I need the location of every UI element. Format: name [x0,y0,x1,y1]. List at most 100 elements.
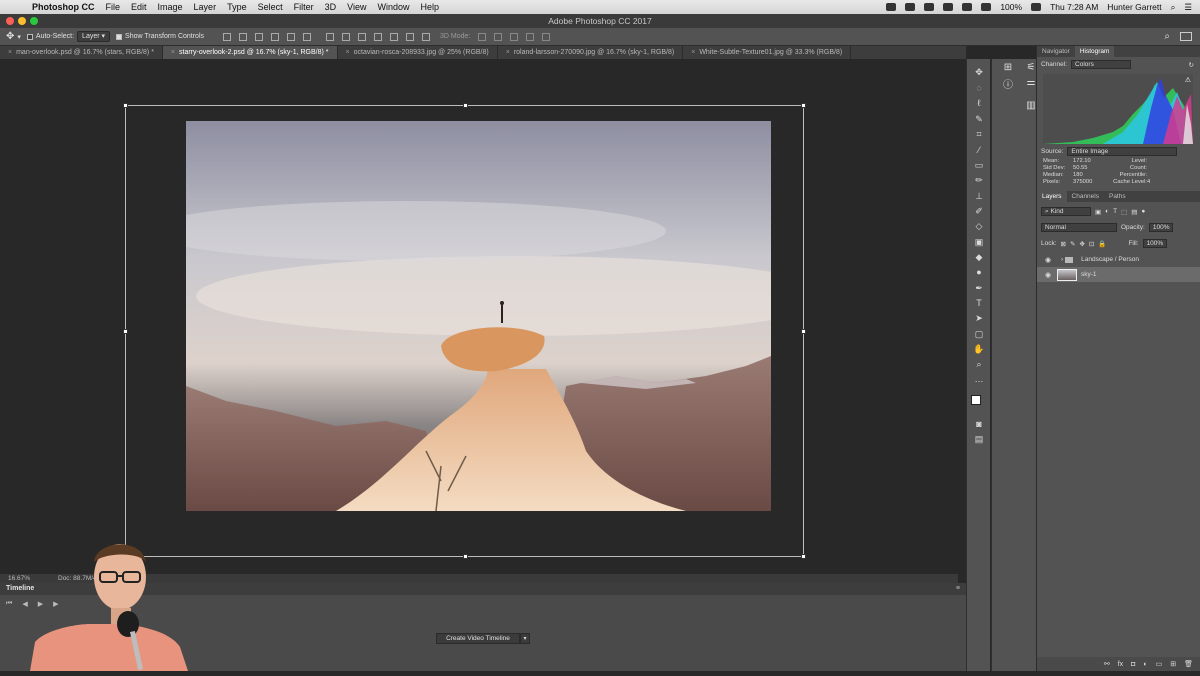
crop-tool-icon[interactable]: ⌗ [973,129,985,139]
menu-type[interactable]: Type [227,2,247,12]
align-top-icon[interactable] [223,32,232,41]
opacity-field[interactable]: 100% [1148,223,1174,232]
doc-tab-4[interactable]: × roland-larsson-270090.jpg @ 16.7% (sky-… [498,46,684,59]
eyedropper-tool-icon[interactable]: ⁄ [973,145,985,155]
auto-select-dropdown[interactable]: Layer ▾ [77,31,111,42]
dropbox-icon[interactable] [886,3,897,11]
close-tab-icon[interactable]: × [691,49,695,56]
auto-align-icon[interactable] [422,32,431,41]
transform-handle-bottom-right[interactable] [801,554,806,559]
transform-controls-checkbox[interactable] [116,33,123,40]
layer-style-icon[interactable]: fx [1118,661,1123,668]
lock-transparent-icon[interactable]: ⊠ [1061,240,1066,248]
battery-percent[interactable]: 100% [1000,2,1022,12]
info-panel-icon[interactable]: ⓘ [999,76,1017,91]
doc-tab-2[interactable]: × starry-overlook-2.psd @ 16.7% (sky-1, R… [162,46,338,59]
close-tab-icon[interactable]: × [171,49,175,56]
tab-navigator[interactable]: Navigator [1037,46,1075,57]
history-brush-icon[interactable]: ✐ [973,206,985,216]
3d-roll-icon[interactable] [494,32,503,41]
volume-icon[interactable] [981,3,992,11]
3d-pan-icon[interactable] [510,32,519,41]
zoom-window-icon[interactable] [30,17,38,25]
filter-toggle-icon[interactable]: ● [1141,208,1145,215]
tab-channels[interactable]: Channels [1067,191,1104,202]
filter-smart-icon[interactable]: ▤ [1131,208,1137,216]
menu-3d[interactable]: 3D [325,2,337,12]
notification-center-icon[interactable]: ☰ [1184,2,1192,13]
workspace-icon[interactable] [1180,32,1192,41]
menu-user[interactable]: Hunter Garrett [1107,2,1161,12]
more-tools-icon[interactable]: … [973,374,985,384]
minimize-window-icon[interactable] [18,17,26,25]
channel-dropdown[interactable]: Colors [1071,60,1132,69]
menu-view[interactable]: View [347,2,366,12]
menu-clock[interactable]: Thu 7:28 AM [1050,2,1098,12]
healing-tool-icon[interactable]: ▭ [973,160,985,170]
menu-edit[interactable]: Edit [131,2,147,12]
menu-image[interactable]: Image [158,2,183,12]
transform-controls-control[interactable]: Show Transform Controls [116,33,204,40]
distribute-left-icon[interactable] [374,32,383,41]
doc-tab-1[interactable]: × man-overlook.psd @ 16.7% (stars, RGB/8)… [0,46,163,59]
doc-tab-5[interactable]: × White-Subtle-Texture01.jpg @ 33.3% (RGB… [683,46,852,59]
fill-field[interactable]: 100% [1142,239,1168,248]
history-panel-icon[interactable]: ⊞ [999,62,1017,74]
foreground-color-swatch[interactable] [971,395,981,405]
menu-app-name[interactable]: Photoshop CC [32,2,95,12]
pen-tool-icon[interactable]: ✒ [973,283,985,293]
layer-kind-filter[interactable]: ⌕ Kind [1041,207,1091,216]
distribute-center-icon[interactable] [390,32,399,41]
lock-artboard-icon[interactable]: ⊡ [1089,240,1094,248]
move-tool-preset[interactable]: ✥ ▾ [6,31,21,42]
transform-handle-top[interactable] [463,103,468,108]
stamp-tool-icon[interactable]: ⊥ [973,191,985,201]
zoom-tool-icon[interactable]: ⌕ [973,359,985,369]
rectangle-tool-icon[interactable]: ▢ [973,329,985,339]
menu-help[interactable]: Help [420,2,439,12]
adjustment-layer-icon[interactable]: ◐ [1143,661,1147,668]
search-icon[interactable]: ⌕ [1164,31,1170,42]
align-right-icon[interactable] [303,32,312,41]
lock-position-icon[interactable]: ✥ [1079,240,1084,248]
distribute-bottom-icon[interactable] [358,32,367,41]
marquee-tool-icon[interactable]: ◌ [973,83,985,93]
distribute-right-icon[interactable] [406,32,415,41]
warning-icon[interactable]: ⚠ [1185,76,1191,84]
transform-handle-right[interactable] [801,329,806,334]
3d-rotate-icon[interactable] [478,32,487,41]
quick-select-tool-icon[interactable]: ✎ [973,114,985,124]
new-layer-icon[interactable]: ⊞ [1170,660,1176,668]
auto-select-control[interactable]: Auto-Select: Layer ▾ [26,31,111,42]
auto-select-checkbox[interactable] [26,33,33,40]
transform-handle-left[interactable] [123,329,128,334]
source-dropdown[interactable]: Entire Image [1067,147,1178,156]
lasso-tool-icon[interactable]: ℓ [973,98,985,108]
link-layers-icon[interactable]: ⚯ [1104,660,1110,668]
align-bottom-icon[interactable] [255,32,264,41]
spotlight-icon[interactable]: ⌕ [1171,2,1176,13]
transform-handle-top-left[interactable] [123,103,128,108]
zoom-level[interactable]: 16.67% [8,575,30,582]
prev-frame-icon[interactable]: ◀ [22,600,27,608]
timeline-type-dropdown[interactable]: ▾ [520,633,530,644]
menu-layer[interactable]: Layer [194,2,217,12]
menu-filter[interactable]: Filter [294,2,314,12]
align-middle-icon[interactable] [239,32,248,41]
new-group-icon[interactable]: ▭ [1156,660,1163,668]
dodge-tool-icon[interactable]: ● [973,267,985,277]
filter-adjust-icon[interactable]: ◐ [1105,208,1109,215]
move-tool-icon[interactable]: ✥ [973,67,985,77]
hand-tool-icon[interactable]: ✋ [973,344,985,354]
eraser-tool-icon[interactable]: ◇ [973,221,985,231]
close-window-icon[interactable] [6,17,14,25]
filter-shape-icon[interactable]: ⬚ [1121,208,1127,216]
filter-type-icon[interactable]: T [1113,208,1117,215]
layer-row-selected[interactable]: ◉ sky-1 [1037,267,1200,282]
gradient-tool-icon[interactable]: ▣ [973,237,985,247]
close-tab-icon[interactable]: × [506,49,510,56]
menu-select[interactable]: Select [258,2,283,12]
menu-file[interactable]: File [106,2,121,12]
brush-tool-icon[interactable]: ✏ [973,175,985,185]
screen-mode-icon[interactable]: ▤ [973,434,985,444]
